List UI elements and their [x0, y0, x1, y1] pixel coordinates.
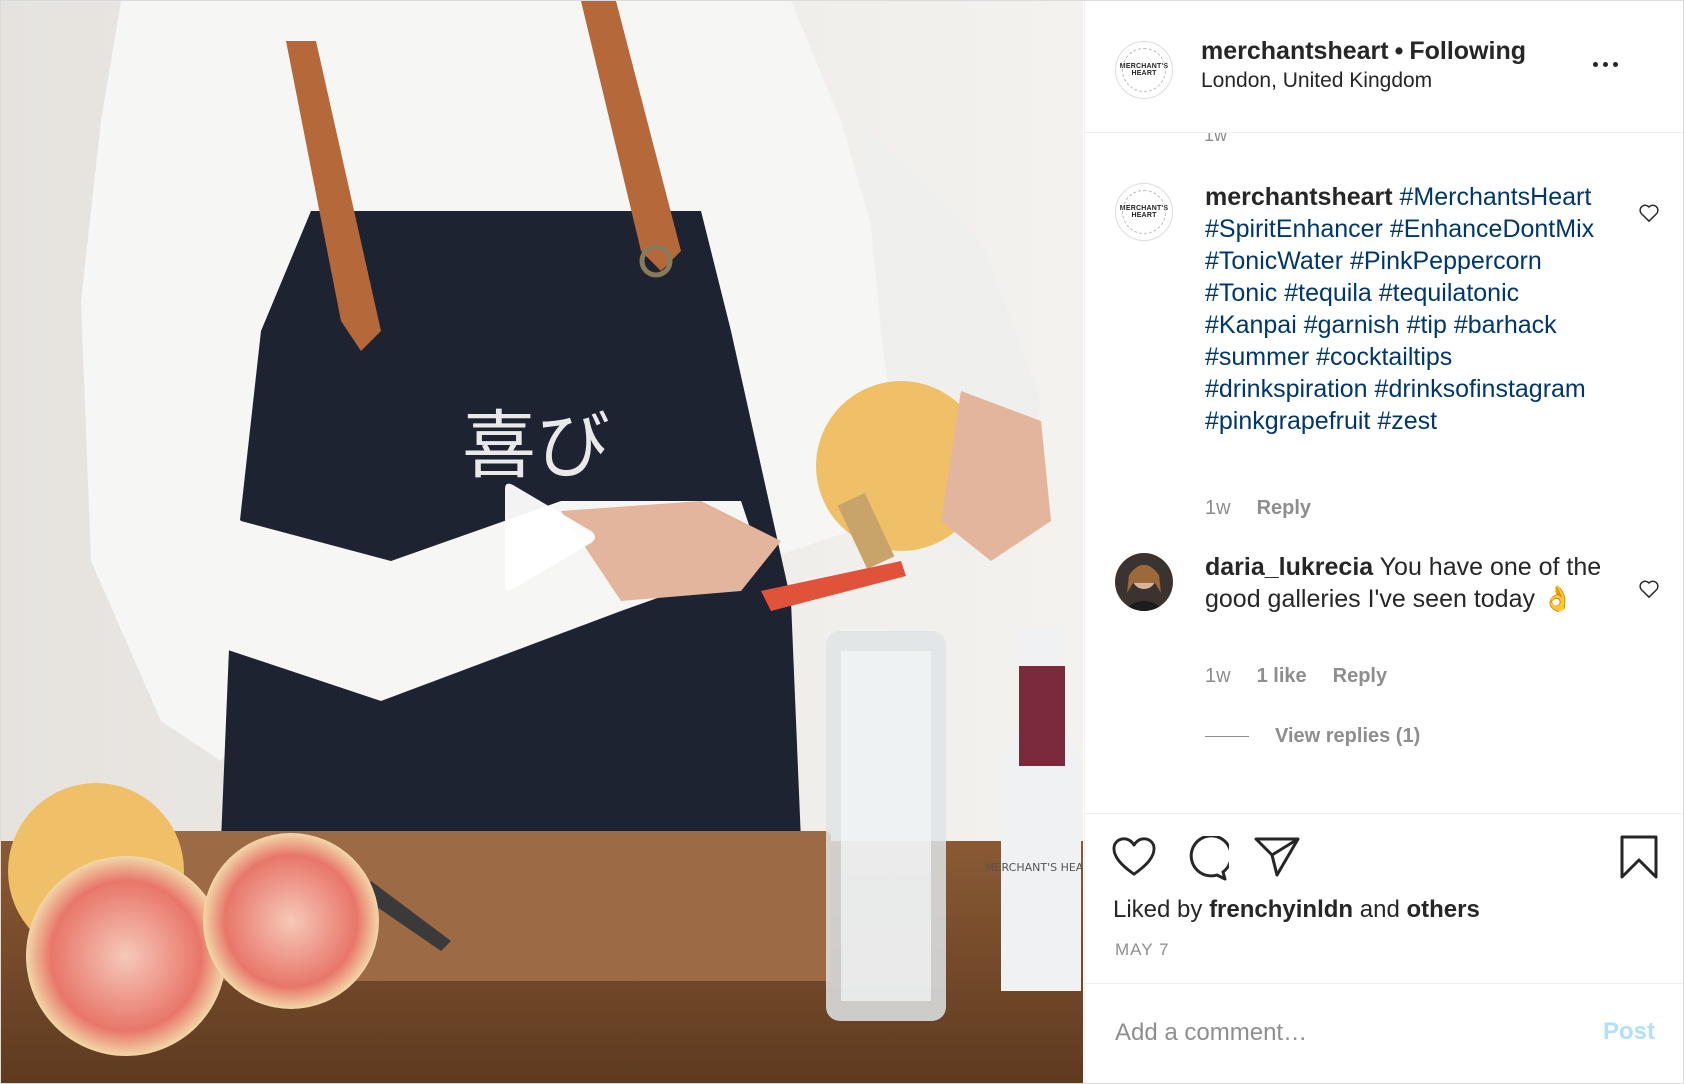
post-header: MERCHANT'S HEART merchantsheart • Followin… [1085, 1, 1683, 133]
hashtag-link[interactable]: #tequila [1284, 279, 1372, 307]
hashtag-link[interactable]: #barhack [1454, 311, 1557, 339]
previous-comment-time: 1w [1204, 133, 1228, 145]
comment-body: daria_lukrecia You have one of the good … [1205, 551, 1615, 615]
hashtag-link[interactable]: #Tonic [1205, 279, 1277, 307]
save-bookmark-icon[interactable] [1619, 834, 1659, 880]
post-comment-button[interactable]: Post [1603, 1018, 1655, 1046]
liked-user-link[interactable]: frenchyinldn [1209, 896, 1353, 923]
hashtag-link[interactable]: #cocktailtips [1316, 343, 1452, 371]
more-dot-icon [1592, 61, 1598, 67]
commenter-avatar[interactable] [1115, 553, 1173, 611]
liked-and: and [1359, 896, 1400, 923]
logo-ring [1122, 48, 1166, 92]
play-icon [505, 483, 595, 591]
comment-meta: 1w 1 like Reply [1205, 665, 1413, 688]
like-comment-heart-icon[interactable] [1638, 203, 1660, 223]
post-actions: Liked by frenchyinldn and others MAY 7 [1085, 813, 1683, 984]
username-link[interactable]: merchantsheart [1201, 37, 1389, 65]
hashtag-link[interactable]: #garnish [1304, 311, 1400, 339]
ok-hand-emoji: 👌 [1541, 585, 1574, 613]
like-comment-heart-icon[interactable] [1638, 579, 1660, 599]
add-comment-bar: Post [1085, 983, 1683, 1083]
following-button[interactable]: Following [1409, 37, 1526, 65]
more-dot-icon [1602, 61, 1608, 67]
hashtag-link[interactable]: #Kanpai [1205, 311, 1297, 339]
replies-line [1205, 736, 1249, 738]
hashtag-link[interactable]: #EnhanceDontMix [1390, 215, 1594, 243]
hashtag-link[interactable]: #drinksofinstagram [1375, 375, 1586, 403]
profile-avatar[interactable]: MERCHANT'S HEART [1115, 41, 1173, 99]
hashtag-link[interactable]: #SpiritEnhancer [1205, 215, 1383, 243]
post-video[interactable]: 喜び MERCHANT'S HEART [1, 1, 1083, 1083]
comment-time: 1w [1205, 665, 1231, 687]
view-replies-label: View replies (1) [1275, 725, 1421, 747]
comment-input[interactable] [1113, 1012, 1557, 1054]
likes-summary: Liked by frenchyinldn and others [1113, 896, 1480, 924]
hashtag-link[interactable]: #summer [1205, 343, 1309, 371]
bottle-label: MERCHANT'S HEART [985, 861, 1083, 874]
caption-body: merchantsheart #MerchantsHeart #SpiritEn… [1205, 181, 1615, 437]
caption-meta: 1w Reply [1205, 497, 1337, 520]
post-modal: 喜び MERCHANT'S HEART [0, 0, 1684, 1084]
apron-text: 喜び [462, 403, 610, 489]
avatar-photo [1115, 553, 1173, 611]
liked-others-link[interactable]: others [1406, 896, 1479, 923]
hashtag-link[interactable]: #PinkPeppercorn [1350, 247, 1542, 275]
more-options-button[interactable] [1585, 49, 1625, 79]
header-username-line: merchantsheart • Following [1201, 37, 1526, 66]
separator-dot: • [1394, 37, 1404, 65]
comment-reply-button[interactable]: Reply [1333, 665, 1387, 687]
caption-avatar[interactable]: MERCHANT'S HEART [1115, 183, 1173, 241]
location-link[interactable]: London, United Kingdom [1201, 69, 1432, 93]
hashtag-link[interactable]: #MerchantsHeart [1400, 183, 1592, 211]
view-replies-button[interactable]: View replies (1) [1205, 725, 1420, 748]
caption-time: 1w [1205, 497, 1231, 519]
hashtag-link[interactable]: #zest [1377, 407, 1437, 435]
liked-prefix: Liked by [1113, 896, 1203, 923]
hashtag-link[interactable]: #tequilatonic [1379, 279, 1519, 307]
post-date[interactable]: MAY 7 [1115, 940, 1169, 960]
post-side-panel: MERCHANT'S HEART merchantsheart • Followin… [1084, 1, 1683, 1083]
logo-ring [1122, 190, 1166, 234]
hashtag-link[interactable]: #TonicWater [1205, 247, 1343, 275]
commenter-username[interactable]: daria_lukrecia [1205, 553, 1373, 581]
comment-likes-count[interactable]: 1 like [1257, 665, 1307, 687]
hashtag-link[interactable]: #tip [1407, 311, 1447, 339]
caption-reply-button[interactable]: Reply [1257, 497, 1311, 519]
more-dot-icon [1612, 61, 1618, 67]
hashtag-link[interactable]: #pinkgrapefruit [1205, 407, 1370, 435]
caption-username[interactable]: merchantsheart [1205, 183, 1393, 211]
caption-hashtags: #MerchantsHeart #SpiritEnhancer #Enhance… [1205, 183, 1594, 435]
share-paper-plane-icon[interactable] [1253, 836, 1301, 878]
like-heart-icon[interactable] [1111, 836, 1157, 878]
comment-bubble-icon[interactable] [1183, 836, 1229, 882]
comments-list[interactable]: 1w MERCHANT'S HEART merchantsheart #Merc… [1085, 133, 1683, 813]
hashtag-link[interactable]: #drinkspiration [1205, 375, 1368, 403]
